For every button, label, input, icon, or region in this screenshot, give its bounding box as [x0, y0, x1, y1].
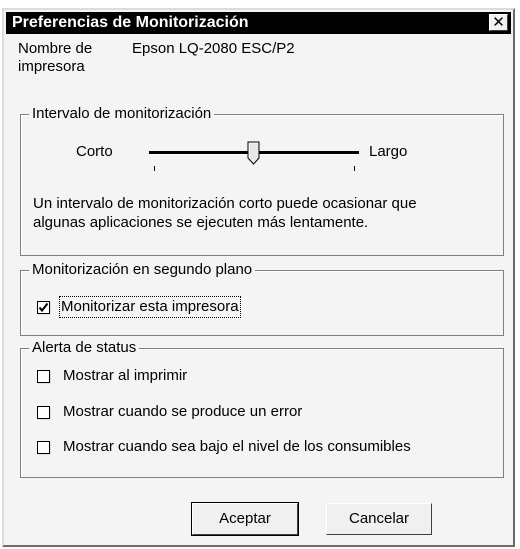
monitor-printer-checkbox[interactable] — [37, 301, 50, 314]
background-monitoring-group: Monitorización en segundo plano Monitori… — [20, 261, 504, 336]
interval-description-line2: algunas aplicaciones se ejecuten más len… — [33, 214, 369, 231]
slider-max-label: Largo — [369, 143, 408, 160]
printer-name-label-line2: impresora — [18, 58, 85, 75]
interval-slider[interactable] — [149, 137, 359, 177]
preferences-dialog: Preferencias de Monitorización ✕ Nombre … — [2, 8, 515, 547]
checkmark-icon — [38, 302, 49, 313]
background-group-legend: Monitorización en segundo plano — [29, 261, 256, 279]
slider-tick-start — [154, 166, 155, 171]
close-icon: ✕ — [492, 14, 505, 31]
interval-group-legend: Intervalo de monitorización — [29, 105, 215, 123]
cancel-button[interactable]: Cancelar — [326, 503, 432, 535]
interval-description-line1: Un intervalo de monitorización corto pue… — [33, 195, 417, 212]
printer-name-label: Nombre de impresora — [18, 40, 92, 76]
status-alert-group: Alerta de status Mostrar al imprimir Mos… — [20, 339, 504, 478]
show-on-error-label[interactable]: Mostrar cuando se produce un error — [63, 403, 302, 421]
title-bar[interactable]: Preferencias de Monitorización ✕ — [6, 12, 511, 34]
printer-name-value: Epson LQ-2080 ESC/P2 — [132, 40, 295, 57]
show-on-print-label[interactable]: Mostrar al imprimir — [63, 367, 187, 385]
show-low-consumables-checkbox[interactable] — [37, 441, 50, 454]
show-on-error-checkbox[interactable] — [37, 406, 50, 419]
slider-min-label: Corto — [76, 143, 113, 160]
show-on-print-checkbox[interactable] — [37, 370, 50, 383]
show-low-consumables-label[interactable]: Mostrar cuando sea bajo el nivel de los … — [63, 438, 411, 456]
slider-thumb[interactable] — [247, 141, 261, 165]
accept-button[interactable]: Aceptar — [191, 502, 299, 536]
monitor-printer-label[interactable]: Monitorizar esta impresora — [59, 296, 241, 318]
close-button[interactable]: ✕ — [489, 14, 508, 31]
interval-group: Intervalo de monitorización Corto Largo … — [20, 105, 504, 256]
printer-name-label-line1: Nombre de — [18, 40, 93, 57]
dialog-title: Preferencias de Monitorización — [12, 14, 249, 31]
slider-tick-end — [354, 166, 355, 171]
status-group-legend: Alerta de status — [29, 339, 140, 357]
